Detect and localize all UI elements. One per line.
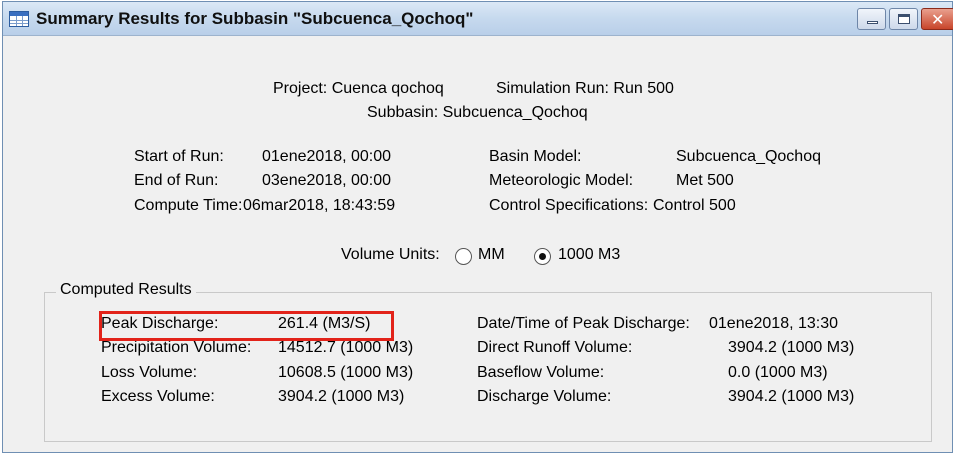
- table-window-icon: [9, 11, 29, 27]
- end-of-run-label: End of Run:: [134, 172, 219, 189]
- radio-1000-m3-label[interactable]: 1000 M3: [558, 246, 620, 264]
- simulation-run-label: Simulation Run: Run 500: [496, 80, 674, 97]
- control-specifications-label: Control Specifications:: [489, 197, 649, 214]
- basin-model-value: Subcuenca_Qochoq: [676, 148, 821, 165]
- start-of-run-label: Start of Run:: [134, 148, 224, 165]
- close-button[interactable]: ✕: [921, 8, 953, 30]
- precipitation-volume-value: 14512.7 (1000 M3): [278, 339, 414, 356]
- discharge-volume-label: Discharge Volume:: [477, 388, 612, 405]
- summary-results-window: Summary Results for Subbasin "Subcuenca_…: [2, 1, 953, 453]
- radio-mm[interactable]: [455, 248, 472, 265]
- loss-volume-value: 10608.5 (1000 M3): [278, 364, 414, 381]
- maximize-button[interactable]: [889, 8, 918, 30]
- loss-volume-label: Loss Volume:: [101, 364, 198, 381]
- compute-time-label: Compute Time:: [134, 197, 243, 214]
- project-label: Project: Cuenca qochoq: [273, 80, 444, 97]
- computed-results-title: Computed Results: [56, 281, 196, 299]
- meteorologic-model-value: Met 500: [676, 172, 734, 189]
- compute-time-value: 06mar2018, 18:43:59: [243, 197, 396, 214]
- start-of-run-value: 01ene2018, 00:00: [262, 148, 392, 165]
- volume-units-label: Volume Units:: [341, 246, 440, 263]
- meteorologic-model-label: Meteorologic Model:: [489, 172, 634, 189]
- control-specifications-value: Control 500: [653, 197, 736, 214]
- radio-mm-label[interactable]: MM: [478, 246, 505, 264]
- radio-1000-m3[interactable]: [534, 248, 551, 265]
- discharge-volume-value: 3904.2 (1000 M3): [728, 388, 855, 405]
- direct-runoff-volume-label: Direct Runoff Volume:: [477, 339, 633, 356]
- minimize-button[interactable]: [857, 8, 886, 30]
- title-bar[interactable]: Summary Results for Subbasin "Subcuenca_…: [3, 2, 953, 36]
- peak-time-value: 01ene2018, 13:30: [709, 315, 839, 332]
- basin-model-label: Basin Model:: [489, 148, 582, 165]
- subbasin-label: Subbasin: Subcuenca_Qochoq: [367, 104, 588, 121]
- results-panel: Project: Cuenca qochoq Simulation Run: R…: [10, 38, 945, 443]
- minimize-icon: [867, 21, 878, 24]
- window-title: Summary Results for Subbasin "Subcuenca_…: [36, 9, 474, 28]
- end-of-run-value: 03ene2018, 00:00: [262, 172, 392, 189]
- close-icon: ✕: [931, 10, 945, 29]
- direct-runoff-volume-value: 3904.2 (1000 M3): [728, 339, 855, 356]
- precipitation-volume-label: Precipitation Volume:: [101, 339, 252, 356]
- baseflow-volume-value: 0.0 (1000 M3): [728, 364, 828, 381]
- excess-volume-label: Excess Volume:: [101, 388, 215, 405]
- peak-discharge-highlight: [99, 311, 394, 341]
- excess-volume-value: 3904.2 (1000 M3): [278, 388, 405, 405]
- baseflow-volume-label: Baseflow Volume:: [477, 364, 605, 381]
- peak-time-label: Date/Time of Peak Discharge:: [477, 315, 690, 332]
- maximize-icon: [898, 14, 910, 24]
